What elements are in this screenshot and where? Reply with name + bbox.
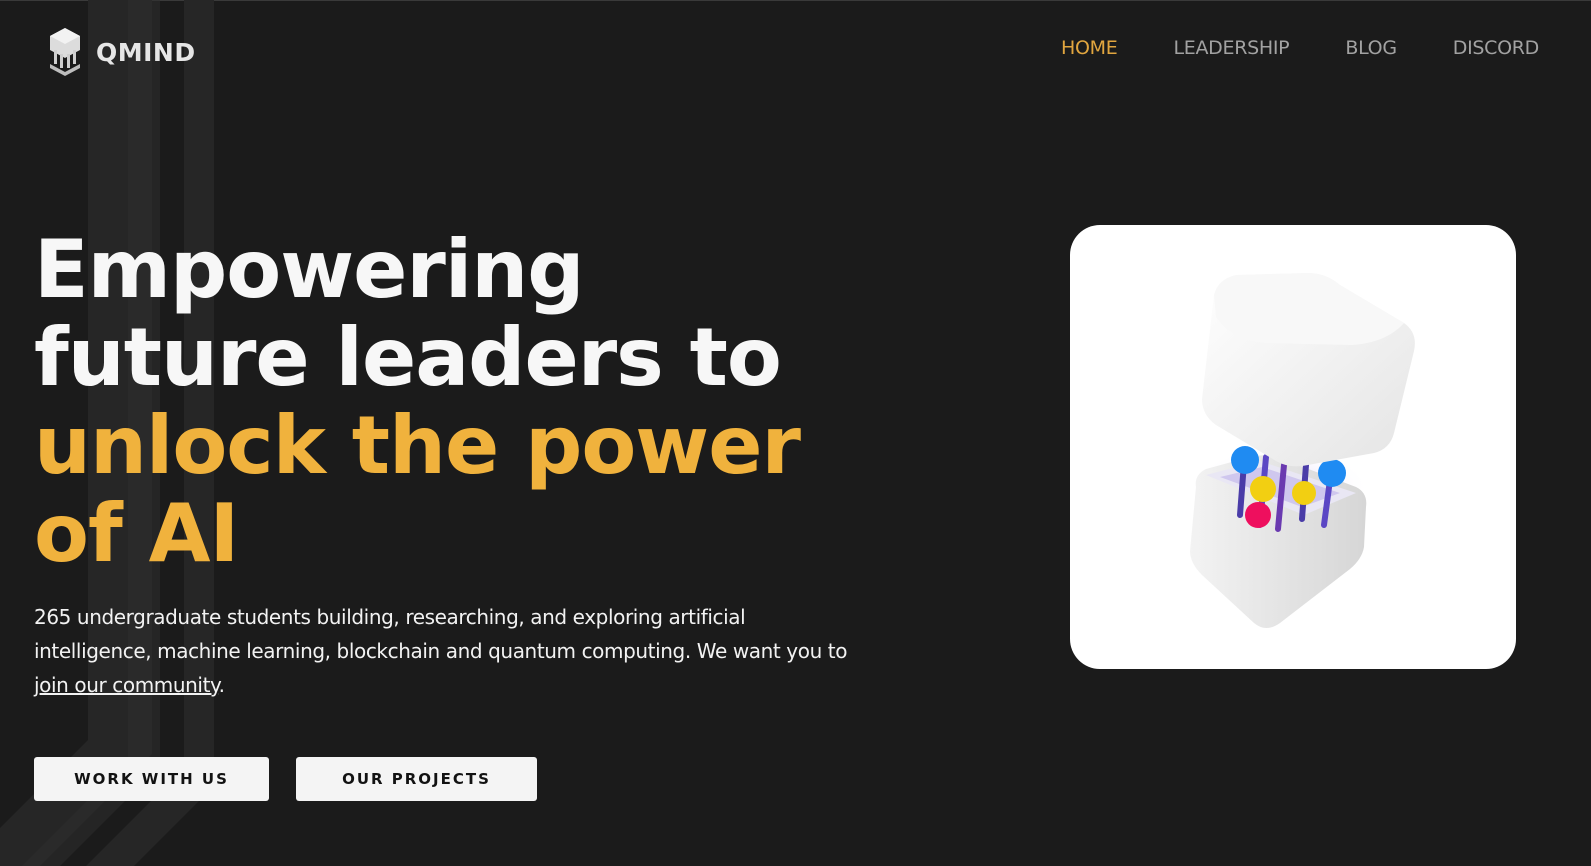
nav-discord[interactable]: DISCORD [1453,37,1540,59]
quantum-cube-illustration [1190,273,1415,628]
hero-description-text: 265 undergraduate students building, res… [34,605,848,663]
hero-title-line-2: future leaders to [34,311,782,404]
join-community-link[interactable]: join our community [34,673,219,697]
brand-logo[interactable]: QMIND [48,26,196,78]
hero-image-card [1070,225,1516,669]
qmind-logo-icon [50,28,80,76]
nav-leadership[interactable]: LEADERSHIP [1173,37,1289,59]
hero-description: 265 undergraduate students building, res… [34,600,864,702]
hero-description-end: . [218,673,225,697]
nav-home[interactable]: HOME [1061,37,1118,59]
work-with-us-button[interactable]: WORK WITH US [34,757,269,801]
hero-title: Empowering future leaders to unlock the … [34,223,801,580]
hero-title-accent-line-1: unlock the power [34,399,801,492]
brand-name: QMIND [96,37,196,67]
hero-title-line-1: Empowering [34,223,584,316]
nav-blog[interactable]: BLOG [1345,37,1397,59]
main-nav: HOME LEADERSHIP BLOG DISCORD [1005,37,1539,59]
hero-title-accent-line-2: of AI [34,487,239,580]
our-projects-button[interactable]: OUR PROJECTS [296,757,537,801]
